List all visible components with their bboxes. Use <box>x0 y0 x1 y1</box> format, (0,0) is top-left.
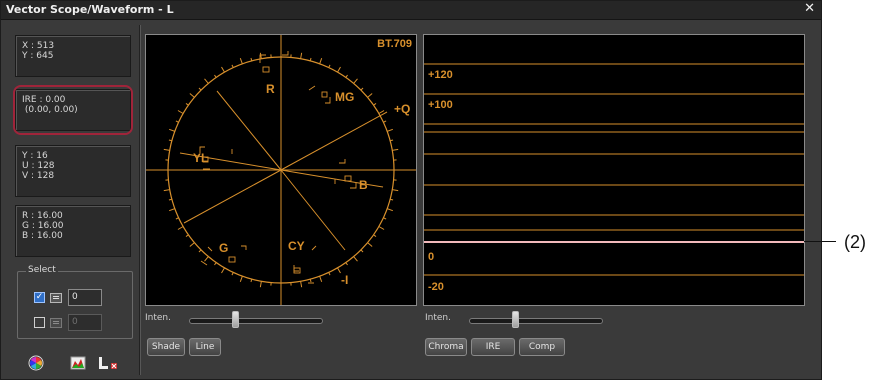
select-group: Select ✓ 0 0 <box>17 265 133 339</box>
select-checkbox-1[interactable]: ✓ <box>34 292 45 303</box>
yuv-readout: Y : 16 U : 128 V : 128 <box>15 145 131 197</box>
select-value-2[interactable]: 0 <box>68 314 102 331</box>
window-title: Vector Scope/Waveform - L <box>6 3 174 16</box>
vectorscope-intensity-row: Inten. <box>145 310 417 330</box>
memory-icon <box>50 318 62 328</box>
panel-divider <box>139 25 140 375</box>
intensity-slider-thumb[interactable] <box>232 311 240 328</box>
vectorscope-display: BT.709 R MG +Q YL B G CY -I <box>145 34 417 306</box>
scope-window: Vector Scope/Waveform - L ✕ X : 513 Y : … <box>0 0 822 380</box>
waveform-intensity-row: Inten. <box>423 310 805 330</box>
info-panel: X : 513 Y : 645 IRE : 0.00 (0.00, 0.00) … <box>9 27 137 373</box>
histogram-icon[interactable] <box>70 355 86 371</box>
cursor-position-readout: X : 513 Y : 645 <box>15 35 131 77</box>
waveform-label-minus20: -20 <box>428 281 444 293</box>
vectorscope-standard-label: BT.709 <box>377 38 412 50</box>
select-checkbox-2[interactable] <box>34 317 45 328</box>
intensity-slider-thumb[interactable] <box>512 311 520 328</box>
overlay-l-icon[interactable] <box>97 355 121 371</box>
ire-highlight-frame <box>13 85 133 135</box>
memory-icon <box>50 293 62 303</box>
callout-label: (2) <box>844 232 866 252</box>
callout-line <box>804 241 836 242</box>
waveform-label-100: +100 <box>428 99 453 111</box>
axis-label-q: +Q <box>394 102 411 116</box>
intensity-label: Inten. <box>145 313 171 323</box>
target-label-cy: CY <box>288 239 305 253</box>
waveform-label-0: 0 <box>428 251 435 263</box>
title-bar[interactable]: Vector Scope/Waveform - L ✕ <box>1 1 821 20</box>
chroma-button[interactable]: Chroma <box>425 338 467 356</box>
target-label-mg: MG <box>335 90 355 104</box>
ire-button[interactable]: IRE <box>471 338 515 356</box>
target-label-yl: YL <box>193 151 209 165</box>
rgb-readout: R : 16.00 G : 16.00 B : 16.00 <box>15 205 131 257</box>
intensity-slider-track[interactable] <box>189 318 323 324</box>
select-label: Select <box>26 265 58 275</box>
line-button[interactable]: Line <box>189 338 221 356</box>
intensity-label: Inten. <box>425 313 451 323</box>
comp-button[interactable]: Comp <box>519 338 565 356</box>
shade-button[interactable]: Shade <box>147 338 185 356</box>
intensity-slider-track[interactable] <box>469 318 603 324</box>
target-label-g: G <box>219 241 229 255</box>
waveform-graticule <box>424 63 804 276</box>
waveform-display: +120 +100 0 -20 <box>423 34 805 306</box>
target-label-b: B <box>359 178 368 192</box>
color-wheel-icon[interactable] <box>28 355 44 371</box>
select-value-1[interactable]: 0 <box>68 289 102 306</box>
target-label-r: R <box>266 82 275 96</box>
vectorscope-graticule <box>146 35 416 305</box>
view-toggle-icons <box>9 355 137 375</box>
close-icon[interactable]: ✕ <box>804 1 815 16</box>
axis-label-i: -I <box>341 273 349 287</box>
waveform-label-120: +120 <box>428 69 453 81</box>
